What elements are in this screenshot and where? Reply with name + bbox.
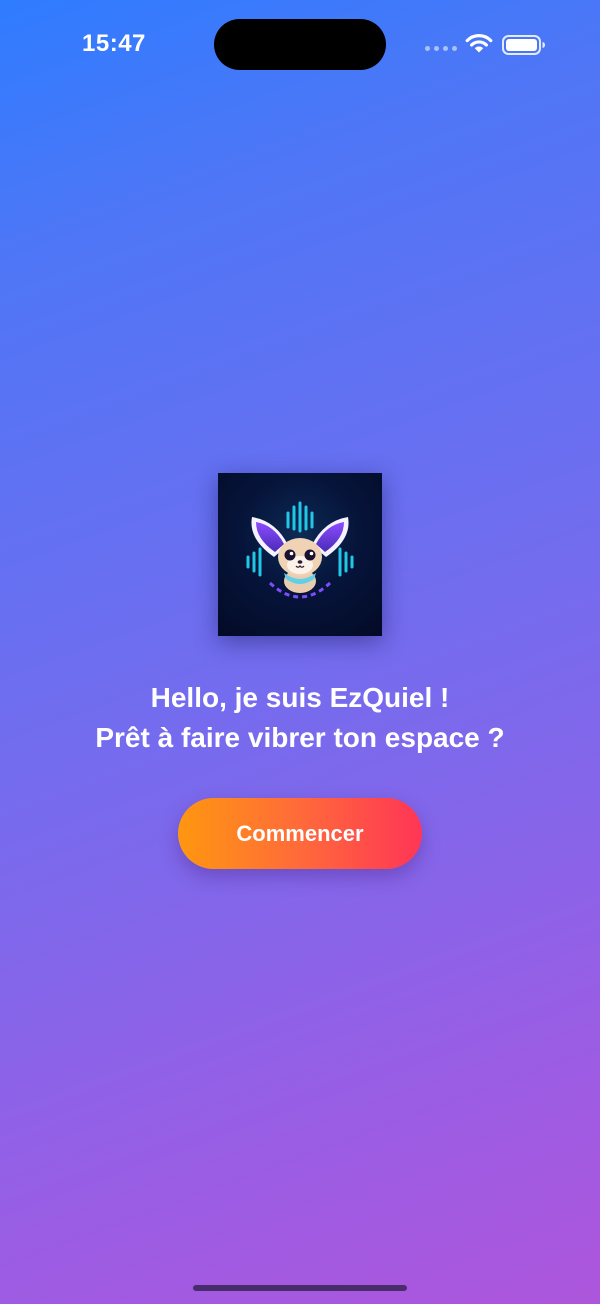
app-logo [218, 473, 382, 636]
status-time: 15:47 [82, 30, 146, 57]
fennec-fox-icon [246, 501, 354, 599]
greeting-text: Hello, je suis EzQuiel ! Prêt à faire vi… [0, 678, 600, 758]
dynamic-island [214, 19, 386, 70]
home-indicator[interactable] [193, 1285, 407, 1291]
greeting-line-1: Hello, je suis EzQuiel ! [150, 682, 450, 713]
start-button[interactable]: Commencer [178, 798, 422, 869]
battery-icon [502, 35, 545, 55]
wifi-icon [465, 34, 493, 53]
status-bar: 15:47 [0, 0, 600, 90]
greeting-line-2: Prêt à faire vibrer ton espace ? [95, 722, 505, 753]
signal-dots-icon [425, 45, 457, 53]
